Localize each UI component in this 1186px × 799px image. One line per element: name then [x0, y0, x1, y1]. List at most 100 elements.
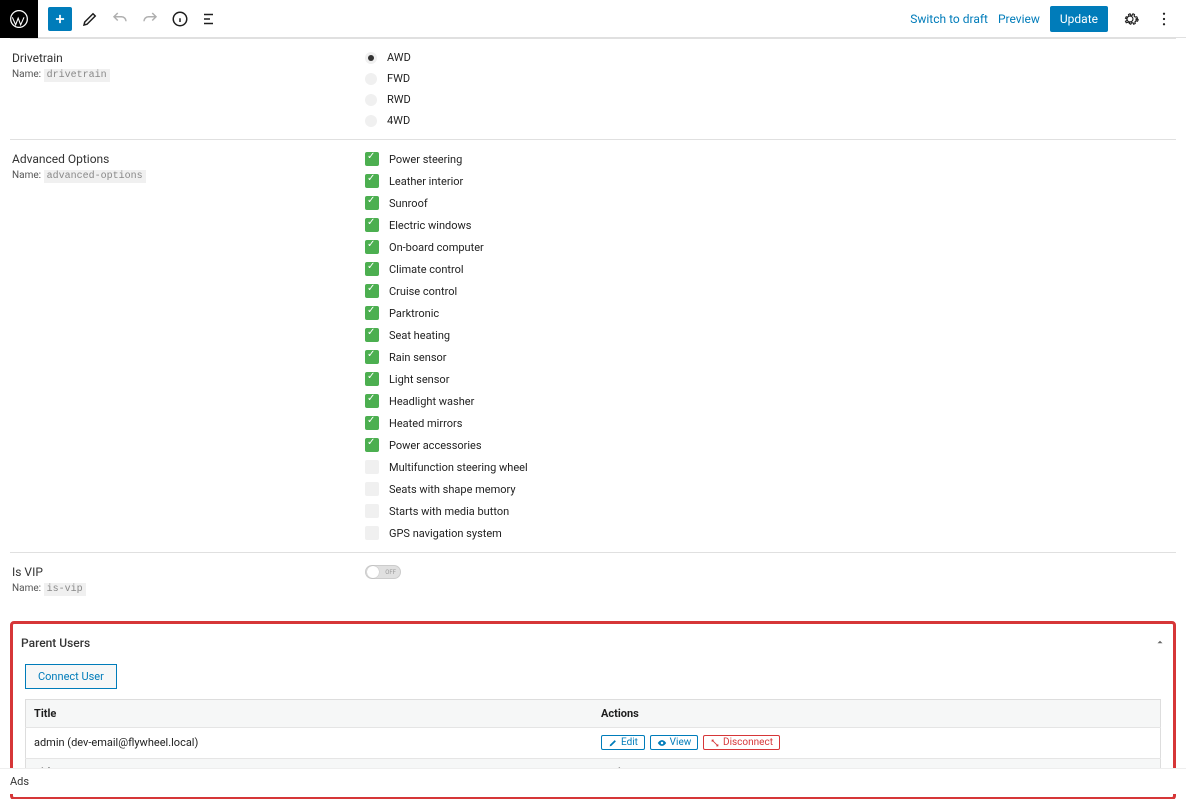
- field-is-vip: Is VIP Name: is-vip OFF: [10, 552, 1176, 607]
- checkbox-icon: [365, 218, 379, 232]
- checkbox-label: Power steering: [389, 153, 462, 166]
- vip-toggle-wrap: OFF: [365, 565, 1176, 595]
- checkbox-label: Power accessories: [389, 439, 482, 452]
- info-icon: [171, 10, 189, 28]
- connect-user-button[interactable]: Connect User: [25, 664, 117, 689]
- name-value: drivetrain: [44, 69, 110, 82]
- preview-button[interactable]: Preview: [998, 12, 1040, 26]
- field-title: Drivetrain: [12, 51, 365, 65]
- radio-label: 4WD: [387, 114, 410, 127]
- list-icon: [201, 10, 219, 28]
- edit-user-button[interactable]: Edit: [601, 735, 645, 750]
- checkbox-option[interactable]: Heated mirrors: [365, 416, 1176, 430]
- redo-icon: [141, 10, 159, 28]
- checkbox-icon: [365, 460, 379, 474]
- checkbox-option[interactable]: Starts with media button: [365, 504, 1176, 518]
- view-label: View: [670, 737, 692, 748]
- radio-label: AWD: [387, 51, 411, 64]
- radio-label: RWD: [387, 93, 411, 106]
- field-label-col: Drivetrain Name: drivetrain: [10, 51, 365, 127]
- chevron-up-icon: [1155, 637, 1165, 647]
- user-actions-cell: Edit View Disconnect: [593, 728, 1161, 759]
- checkbox-label: Heated mirrors: [389, 417, 462, 430]
- more-options-button[interactable]: [1152, 7, 1176, 31]
- checkbox-icon: [365, 438, 379, 452]
- radio-option[interactable]: AWD: [365, 51, 1176, 64]
- panel-collapse-toggle[interactable]: [1155, 637, 1165, 650]
- name-label: Name:: [12, 69, 41, 80]
- checkbox-icon: [365, 372, 379, 386]
- checkbox-icon: [365, 306, 379, 320]
- checkbox-option[interactable]: Multifunction steering wheel: [365, 460, 1176, 474]
- drivetrain-radios: AWD FWD RWD 4WD: [365, 51, 1176, 127]
- field-name: Name: is-vip: [12, 583, 365, 595]
- settings-button[interactable]: [1118, 7, 1142, 31]
- checkbox-label: Electric windows: [389, 219, 471, 232]
- panel-heading-row: Parent Users: [17, 628, 1169, 664]
- is-vip-toggle[interactable]: OFF: [365, 565, 401, 579]
- checkbox-option[interactable]: Cruise control: [365, 284, 1176, 298]
- checkbox-label: Headlight washer: [389, 395, 474, 408]
- wordpress-logo[interactable]: [0, 0, 38, 38]
- field-title: Advanced Options: [12, 152, 365, 166]
- checkbox-label: GPS navigation system: [389, 527, 502, 540]
- checkbox-option[interactable]: Light sensor: [365, 372, 1176, 386]
- radio-option[interactable]: RWD: [365, 93, 1176, 106]
- eye-icon: [657, 738, 667, 748]
- name-value: is-vip: [44, 583, 86, 596]
- radio-option[interactable]: FWD: [365, 72, 1176, 85]
- edit-mode-button[interactable]: [78, 7, 102, 31]
- checkbox-option[interactable]: GPS navigation system: [365, 526, 1176, 540]
- checkbox-icon: [365, 152, 379, 166]
- add-block-button[interactable]: [48, 7, 72, 31]
- unlink-icon: [710, 738, 720, 748]
- checkbox-icon: [365, 328, 379, 342]
- checkbox-option[interactable]: Seat heating: [365, 328, 1176, 342]
- radio-option[interactable]: 4WD: [365, 114, 1176, 127]
- topbar-right-tools: Switch to draft Preview Update: [910, 6, 1186, 32]
- checkbox-option[interactable]: Rain sensor: [365, 350, 1176, 364]
- disconnect-label: Disconnect: [723, 737, 773, 748]
- switch-to-draft-button[interactable]: Switch to draft: [910, 12, 988, 26]
- col-title: Title: [26, 700, 594, 728]
- radio-icon: [365, 94, 377, 106]
- checkbox-icon: [365, 416, 379, 430]
- checkbox-option[interactable]: Sunroof: [365, 196, 1176, 210]
- checkbox-label: Climate control: [389, 263, 464, 276]
- checkbox-option[interactable]: Seats with shape memory: [365, 482, 1176, 496]
- radio-icon: [365, 52, 377, 64]
- editor-content: Drivetrain Name: drivetrain AWD FWD RWD 4WD…: [0, 38, 1186, 799]
- checkbox-option[interactable]: Parktronic: [365, 306, 1176, 320]
- undo-button[interactable]: [108, 7, 132, 31]
- wordpress-icon: [9, 9, 29, 29]
- editor-topbar: Switch to draft Preview Update: [0, 0, 1186, 38]
- disconnect-user-button[interactable]: Disconnect: [703, 735, 780, 750]
- radio-label: FWD: [387, 72, 410, 85]
- checkbox-icon: [365, 284, 379, 298]
- checkbox-option[interactable]: On-board computer: [365, 240, 1176, 254]
- vertical-dots-icon: [1155, 10, 1173, 28]
- checkbox-option[interactable]: Electric windows: [365, 218, 1176, 232]
- redo-button[interactable]: [138, 7, 162, 31]
- info-button[interactable]: [168, 7, 192, 31]
- checkbox-label: Multifunction steering wheel: [389, 461, 528, 474]
- checkbox-icon: [365, 526, 379, 540]
- checkbox-option[interactable]: Leather interior: [365, 174, 1176, 188]
- checkbox-option[interactable]: Power accessories: [365, 438, 1176, 452]
- checkbox-icon: [365, 482, 379, 496]
- field-name: Name: drivetrain: [12, 69, 365, 81]
- table-row: admin (dev-email@flywheel.local) Edit Vi…: [26, 728, 1161, 759]
- checkbox-option[interactable]: Power steering: [365, 152, 1176, 166]
- view-user-button[interactable]: View: [650, 735, 699, 750]
- edit-label: Edit: [621, 737, 638, 748]
- checkbox-option[interactable]: Headlight washer: [365, 394, 1176, 408]
- checkbox-option[interactable]: Climate control: [365, 262, 1176, 276]
- update-button[interactable]: Update: [1050, 6, 1108, 32]
- table-header-row: Title Actions: [26, 700, 1161, 728]
- name-label: Name:: [12, 583, 41, 594]
- gear-icon: [1121, 10, 1139, 28]
- checkbox-label: Light sensor: [389, 373, 449, 386]
- checkbox-label: Seat heating: [389, 329, 450, 342]
- checkbox-icon: [365, 350, 379, 364]
- outline-button[interactable]: [198, 7, 222, 31]
